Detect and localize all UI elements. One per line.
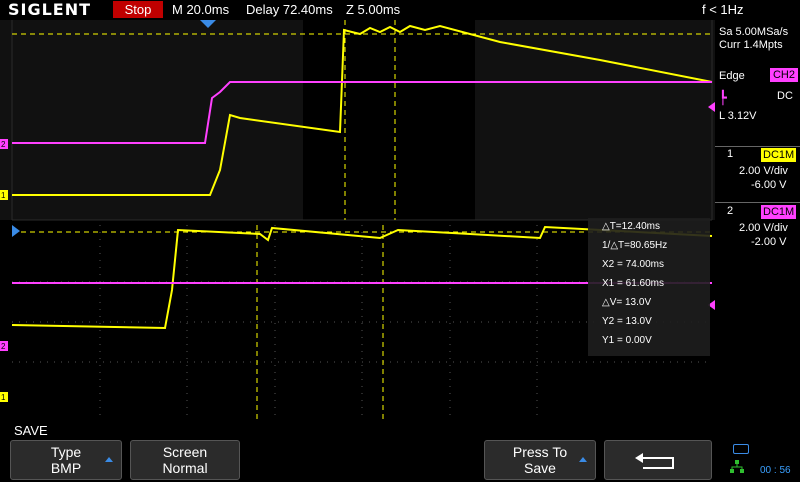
sample-rate: Sa 5.00MSa/s (719, 26, 789, 38)
ch2-ground-marker-label: 2 (1, 140, 6, 149)
frequency-counter: f < 1Hz (702, 2, 744, 17)
trigger-source[interactable]: CH2 (770, 68, 798, 82)
type-softkey[interactable]: Type BMP (10, 440, 122, 480)
memory-depth: Curr 1.4Mpts (719, 39, 783, 51)
meas-inverse-delta-t: 1/△T=80.65Hz (602, 240, 668, 251)
usb-icon (733, 444, 749, 454)
meas-delta-t: △T=12.40ms (602, 221, 660, 232)
back-softkey[interactable] (604, 440, 712, 480)
chevron-up-icon (579, 457, 587, 462)
trigger-mode[interactable]: Edge (719, 70, 745, 82)
ch2-number: 2 (727, 205, 734, 217)
screen-label: Screen (162, 444, 208, 460)
delay-readout[interactable]: Delay 72.40ms (246, 0, 333, 20)
meas-y2: Y2 = 13.0V (602, 316, 652, 327)
press-to-save-softkey[interactable]: Press To Save (484, 440, 596, 480)
return-arrow-icon (635, 453, 674, 469)
zoom-region (303, 20, 475, 220)
ch2-volts-per-div[interactable]: 2.00 V/div (739, 222, 788, 234)
ch1-coupling[interactable]: DC1M (761, 148, 797, 162)
ch1-number: 1 (727, 148, 734, 160)
top-status-bar: SIGLENT Stop M 20.0ms Delay 72.40ms Z 5.… (0, 0, 800, 20)
rising-edge-icon: ┡ (719, 90, 727, 105)
brand-logo: SIGLENT (8, 0, 92, 19)
ch1-ground-marker-zoom-label: 1 (1, 393, 6, 402)
trigger-level[interactable]: L 3.12V (719, 110, 757, 122)
ch2-coupling[interactable]: DC1M (761, 205, 797, 219)
screen-softkey[interactable]: Screen Normal (130, 440, 240, 480)
type-value: BMP (50, 460, 82, 476)
ch2-offset[interactable]: -2.00 V (751, 236, 786, 248)
ch1-ground-marker-label: 1 (1, 191, 6, 200)
save-value: Save (524, 460, 556, 476)
network-icon (730, 460, 744, 474)
meas-y1: Y1 = 0.00V (602, 335, 652, 346)
meas-x2: X2 = 74.00ms (602, 259, 664, 270)
waveform-display[interactable]: 2 1 2 1 △T=12.40ms 1/△T=80.65Hz X2 = 74.… (0, 20, 715, 422)
zoom-readout[interactable]: Z 5.00ms (346, 0, 400, 20)
ch1-offset[interactable]: -6.00 V (751, 179, 786, 191)
ch2-ground-marker-zoom-label: 2 (1, 342, 6, 351)
menu-title: SAVE (14, 423, 48, 438)
ch1-panel[interactable]: 1 DC1M 2.00 V/div -6.00 V (715, 146, 800, 197)
meas-delta-v: △V= 13.0V (602, 297, 652, 308)
measurement-panel: △T=12.40ms 1/△T=80.65Hz X2 = 74.00ms X1 … (588, 218, 710, 356)
trigger-coupling[interactable]: DC (777, 90, 793, 102)
timebase-readout[interactable]: M 20.0ms (172, 0, 229, 20)
screen-value: Normal (162, 460, 208, 476)
ch1-volts-per-div[interactable]: 2.00 V/div (739, 165, 788, 177)
chevron-up-icon (105, 457, 113, 462)
meas-x1: X1 = 61.60ms (602, 278, 664, 289)
clock: 00 : 56 (760, 465, 791, 476)
run-stop-indicator[interactable]: Stop (113, 1, 163, 18)
ch2-panel[interactable]: 2 DC1M 2.00 V/div -2.00 V (715, 202, 800, 253)
